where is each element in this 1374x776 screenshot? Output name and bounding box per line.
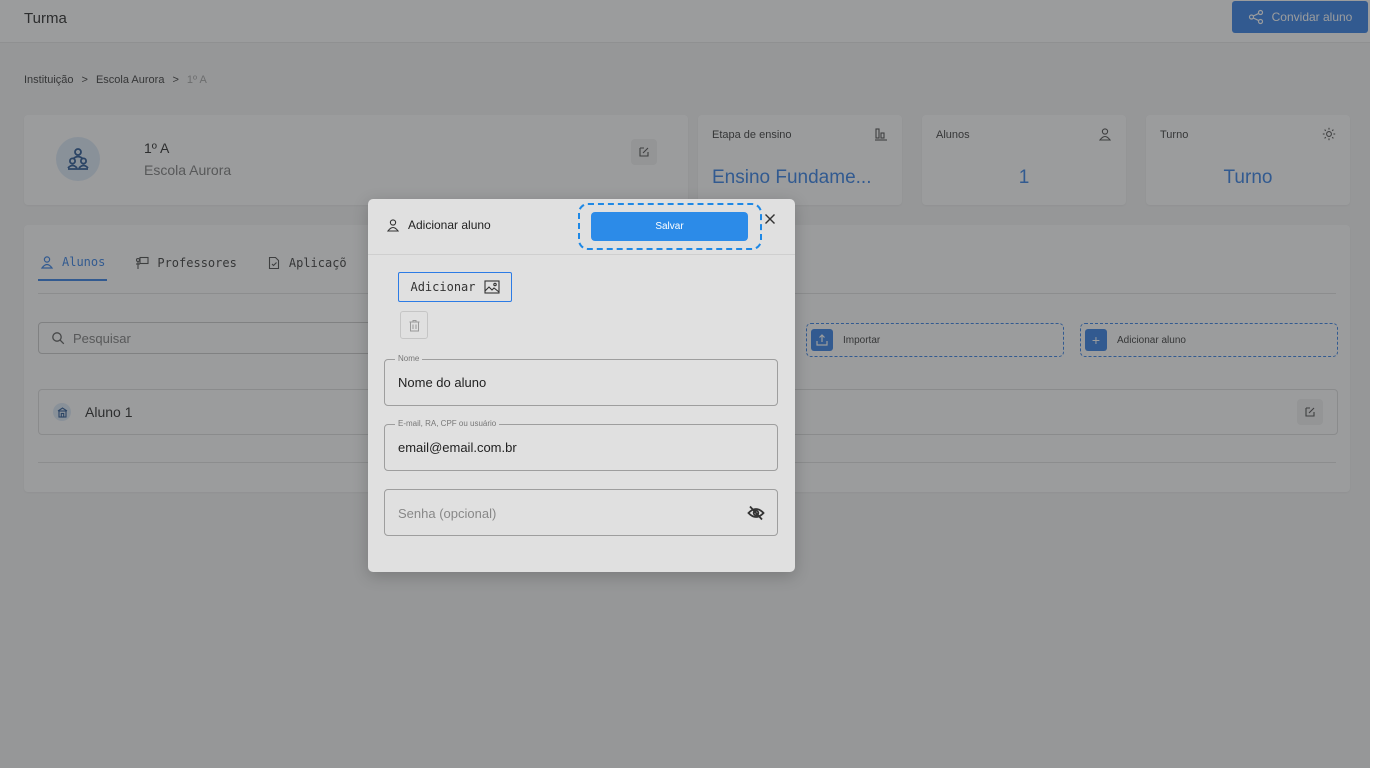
password-field-placeholder: Senha (opcional) bbox=[398, 506, 497, 521]
add-photo-button[interactable]: Adicionar bbox=[398, 272, 512, 302]
save-button[interactable]: Salvar bbox=[591, 212, 748, 241]
password-field[interactable]: Senha (opcional) bbox=[384, 489, 778, 536]
login-field-legend: E-mail, RA, CPF ou usuário bbox=[395, 419, 500, 428]
name-field-value: Nome do aluno bbox=[398, 375, 487, 390]
image-icon bbox=[483, 280, 500, 294]
add-student-modal: Adicionar aluno Salvar Adicionar Nome No… bbox=[368, 199, 795, 572]
trash-icon bbox=[409, 319, 419, 331]
name-field-legend: Nome bbox=[395, 354, 423, 363]
name-field[interactable]: Nome Nome do aluno bbox=[384, 354, 778, 406]
close-icon bbox=[765, 214, 775, 224]
eye-off-icon[interactable] bbox=[747, 504, 765, 522]
add-photo-label: Adicionar bbox=[410, 280, 476, 294]
person-icon bbox=[386, 219, 400, 232]
page: Turma Convidar aluno Instituição > Escol… bbox=[0, 0, 1370, 768]
modal-title: Adicionar aluno bbox=[386, 218, 491, 232]
remove-photo-button[interactable] bbox=[400, 311, 428, 339]
close-button[interactable] bbox=[762, 211, 778, 227]
modal-title-text: Adicionar aluno bbox=[408, 218, 491, 232]
login-field[interactable]: E-mail, RA, CPF ou usuário email@email.c… bbox=[384, 419, 778, 471]
login-field-value: email@email.com.br bbox=[398, 440, 517, 455]
modal-header: Adicionar aluno Salvar bbox=[368, 199, 795, 255]
